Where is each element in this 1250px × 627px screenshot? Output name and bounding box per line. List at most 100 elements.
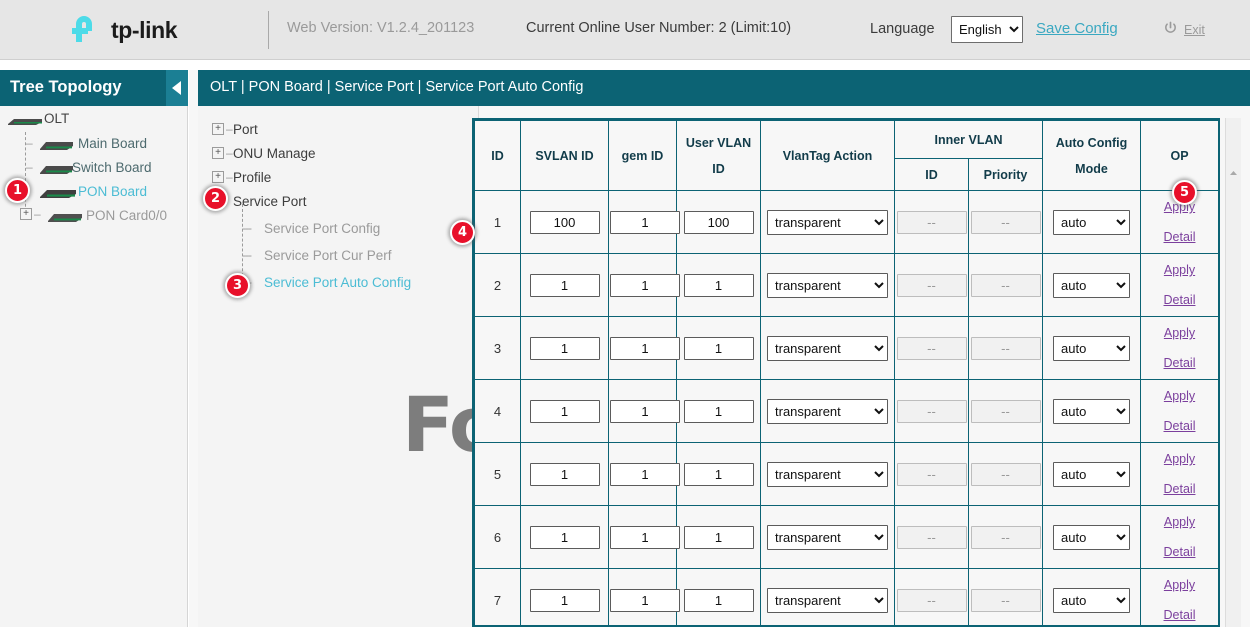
svlan-id-input[interactable] [530, 274, 600, 297]
inner-vlan-priority-input[interactable] [971, 463, 1041, 486]
cell-vlantag-action: transparent [761, 191, 895, 254]
menu-item-service-port-config[interactable]: --- Service Port Config [198, 214, 479, 241]
inner-vlan-priority-input[interactable] [971, 526, 1041, 549]
inner-vlan-id-input[interactable] [897, 274, 967, 297]
svlan-id-input[interactable] [530, 211, 600, 234]
cell-id: 5 [475, 443, 521, 506]
inner-vlan-id-input[interactable] [897, 589, 967, 612]
vlantag-action-select[interactable]: transparent [767, 588, 888, 613]
user-vlan-id-input[interactable] [684, 463, 754, 486]
tree-item-olt[interactable]: OLT [0, 106, 188, 132]
service-port-auto-config-table: ID SVLAN ID gem ID User VLAN ID VlanTag … [474, 120, 1219, 627]
user-vlan-id-input[interactable] [684, 526, 754, 549]
svlan-id-input[interactable] [530, 463, 600, 486]
svlan-id-input[interactable] [530, 526, 600, 549]
auto-config-mode-select[interactable]: auto [1053, 336, 1130, 361]
gem-id-input[interactable] [610, 400, 680, 423]
inner-vlan-id-input[interactable] [897, 337, 967, 360]
triangle-up-icon[interactable] [1226, 166, 1241, 180]
inner-vlan-priority-input[interactable] [971, 400, 1041, 423]
vlantag-action-select[interactable]: transparent [767, 399, 888, 424]
menu-branch-dash: --- [242, 221, 251, 235]
apply-link[interactable]: Apply [1142, 262, 1217, 278]
detail-link[interactable]: Detail [1142, 418, 1217, 434]
detail-link[interactable]: Detail [1142, 355, 1217, 371]
scrollbar-track[interactable] [1226, 118, 1241, 627]
auto-config-mode-select[interactable]: auto [1053, 525, 1130, 550]
col-header-inner-vlan-id: ID [895, 159, 969, 191]
tree-item-switch-board[interactable]: – Switch Board [0, 156, 188, 180]
svlan-id-input[interactable] [530, 589, 600, 612]
gem-id-input[interactable] [610, 211, 680, 234]
auto-config-mode-select[interactable]: auto [1053, 273, 1130, 298]
user-vlan-id-input[interactable] [684, 400, 754, 423]
vlantag-action-select[interactable]: transparent [767, 336, 888, 361]
tree-branch-dash: – [34, 207, 41, 221]
cell-vlantag-action: transparent [761, 317, 895, 380]
user-vlan-id-input[interactable] [684, 589, 754, 612]
gem-id-input[interactable] [610, 463, 680, 486]
breadcrumb: OLT | PON Board | Service Port | Service… [210, 79, 583, 95]
inner-vlan-priority-input[interactable] [971, 274, 1041, 297]
gem-id-input[interactable] [610, 589, 680, 612]
expand-plus-icon[interactable]: + [212, 147, 224, 159]
inner-vlan-id-input[interactable] [897, 526, 967, 549]
apply-link[interactable]: Apply [1142, 514, 1217, 530]
detail-link[interactable]: Detail [1142, 544, 1217, 560]
save-config-link[interactable]: Save Config [1036, 20, 1118, 37]
table-header-row-1: ID SVLAN ID gem ID User VLAN ID VlanTag … [475, 121, 1219, 159]
language-select[interactable]: English [951, 16, 1023, 43]
apply-link[interactable]: Apply [1142, 577, 1217, 593]
vlantag-action-select[interactable]: transparent [767, 525, 888, 550]
inner-vlan-priority-input[interactable] [971, 337, 1041, 360]
menu-item-onu-manage[interactable]: + – ONU Manage [198, 142, 479, 166]
gem-id-input[interactable] [610, 337, 680, 360]
inner-vlan-id-input[interactable] [897, 211, 967, 234]
inner-vlan-id-input[interactable] [897, 400, 967, 423]
expand-plus-icon[interactable]: + [20, 208, 32, 220]
inner-vlan-priority-input[interactable] [971, 589, 1041, 612]
tree-item-pon-card[interactable]: + – PON Card0/0 [0, 204, 188, 228]
callout-badge-1: 1 [5, 178, 30, 203]
apply-link[interactable]: Apply [1142, 451, 1217, 467]
detail-link[interactable]: Detail [1142, 229, 1217, 245]
cell-svlan-id [521, 506, 609, 569]
user-vlan-id-input[interactable] [684, 337, 754, 360]
tplink-logo[interactable]: tp-link [72, 12, 202, 48]
detail-link[interactable]: Detail [1142, 607, 1217, 623]
menu-item-service-port-cur-perf[interactable]: --- Service Port Cur Perf [198, 241, 479, 268]
menu-branch-dash: – [226, 122, 233, 136]
vertical-scrollbar[interactable] [1225, 118, 1240, 627]
apply-link[interactable]: Apply [1142, 388, 1217, 404]
tree-item-main-board[interactable]: – Main Board [0, 132, 188, 156]
auto-config-mode-select[interactable]: auto [1053, 399, 1130, 424]
apply-link[interactable]: Apply [1142, 325, 1217, 341]
menu-item-service-port[interactable]: Service Port [198, 190, 479, 214]
expand-plus-icon[interactable]: + [212, 123, 224, 135]
auto-config-mode-select[interactable]: auto [1053, 462, 1130, 487]
gem-id-input[interactable] [610, 526, 680, 549]
expand-plus-icon[interactable]: + [212, 171, 224, 183]
gem-id-input[interactable] [610, 274, 680, 297]
svlan-id-input[interactable] [530, 337, 600, 360]
auto-config-mode-select[interactable]: auto [1053, 210, 1130, 235]
menu-item-profile[interactable]: + – Profile [198, 166, 479, 190]
vlantag-action-select[interactable]: transparent [767, 462, 888, 487]
cell-gem-id [609, 443, 677, 506]
callout-badge-5: 5 [1172, 180, 1197, 205]
vlantag-action-select[interactable]: transparent [767, 273, 888, 298]
menu-item-port[interactable]: + – Port [198, 118, 479, 142]
user-vlan-id-input[interactable] [684, 274, 754, 297]
user-vlan-id-input[interactable] [684, 211, 754, 234]
detail-link[interactable]: Detail [1142, 481, 1217, 497]
inner-vlan-id-input[interactable] [897, 463, 967, 486]
chevron-left-icon[interactable] [166, 70, 188, 106]
inner-vlan-priority-input[interactable] [971, 211, 1041, 234]
svlan-id-input[interactable] [530, 400, 600, 423]
tree-item-label: OLT [44, 111, 69, 126]
auto-config-mode-select[interactable]: auto [1053, 588, 1130, 613]
vlantag-action-select[interactable]: transparent [767, 210, 888, 235]
exit-link[interactable]: Exit [1184, 23, 1205, 37]
cell-auto-config-mode: auto [1043, 191, 1141, 254]
detail-link[interactable]: Detail [1142, 292, 1217, 308]
